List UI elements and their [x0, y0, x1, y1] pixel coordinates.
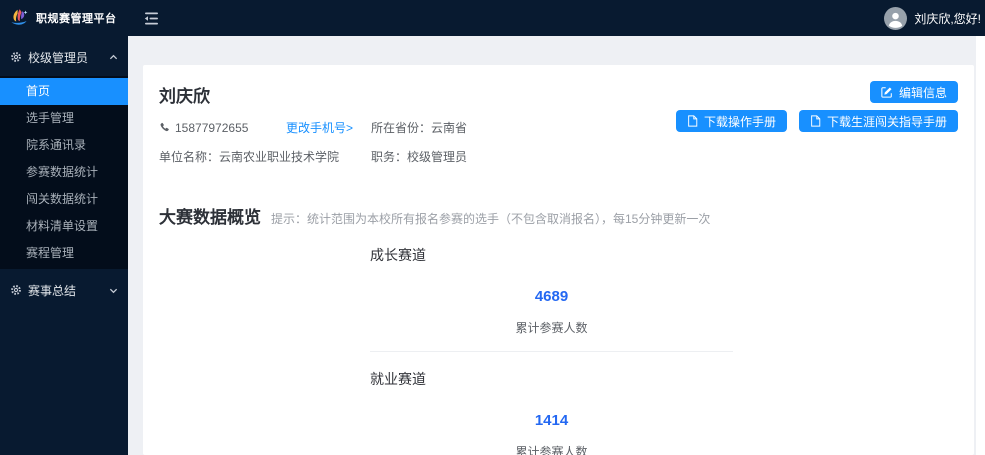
sidebar-item-player-management[interactable]: 选手管理: [0, 105, 128, 132]
sidebar-item-department-contacts[interactable]: 院系通讯录: [0, 132, 128, 159]
app-title: 职规赛管理平台: [36, 10, 117, 26]
change-phone-link[interactable]: 更改手机号>: [286, 119, 371, 136]
track-name: 成长赛道: [370, 245, 733, 265]
profile-detail-row-2: 单位名称：云南农业职业技术学院 职务：校级管理员: [159, 148, 958, 165]
org-value: 云南农业职业技术学院: [219, 150, 339, 164]
edit-info-label: 编辑信息: [899, 84, 947, 101]
gear-icon: [10, 284, 22, 296]
sidebar-item-material-list-settings[interactable]: 材料清单设置: [0, 213, 128, 240]
header-user-area: 刘庆欣,您好!: [884, 7, 985, 30]
top-header: 职规赛管理平台 刘庆欣,您好!: [0, 0, 985, 36]
download-manual-button[interactable]: 下载操作手册: [676, 110, 787, 132]
phone-cell: 15877972655: [159, 121, 286, 135]
role-label: 职务：: [371, 150, 407, 164]
overview-hint: 提示：统计范围为本校所有报名参赛的选手（不包含取消报名），每15分钟更新一次: [271, 210, 710, 227]
role-value: 校级管理员: [407, 150, 467, 164]
file-icon: [810, 115, 821, 127]
sidebar-item-challenge-stats[interactable]: 闯关数据统计: [0, 186, 128, 213]
logo-area: 职规赛管理平台: [0, 7, 128, 29]
edit-info-button[interactable]: 编辑信息: [870, 81, 958, 103]
track-caption: 累计参赛人数: [370, 319, 733, 336]
sidebar-item-participation-stats[interactable]: 参赛数据统计: [0, 159, 128, 186]
track-value: 1414: [370, 412, 733, 429]
scrollbar-track[interactable]: [976, 36, 985, 455]
overview-section-head: 大赛数据概览 提示：统计范围为本校所有报名参赛的选手（不包含取消报名），每15分…: [159, 203, 958, 228]
province-label: 所在省份：: [371, 121, 431, 135]
edit-icon: [881, 86, 893, 98]
phone-icon: [159, 122, 170, 133]
profile-card: 刘庆欣 编辑信息 下载操作手册: [143, 65, 974, 455]
avatar[interactable]: [884, 7, 907, 30]
track-caption: 累计参赛人数: [370, 443, 733, 455]
app-window: 职规赛管理平台 刘庆欣,您好!: [0, 0, 985, 455]
province-value: 云南省: [431, 121, 467, 135]
province-field: 所在省份：云南省: [371, 119, 467, 136]
divider: [370, 351, 733, 352]
phone-number: 15877972655: [175, 121, 248, 135]
gear-icon: [10, 51, 22, 63]
track-name: 就业赛道: [370, 369, 733, 389]
submenu: 首页 选手管理 院系通讯录 参赛数据统计 闯关数据统计 材料清单设置 赛程管理: [0, 76, 128, 269]
file-icon: [687, 115, 698, 127]
org-label: 单位名称：: [159, 150, 219, 164]
sidebar: 校级管理员 首页 选手管理 院系通讯录 参赛数据统计 闯关数据统计 材料清单设置…: [0, 36, 128, 455]
sidebar-item-home[interactable]: 首页: [0, 78, 128, 105]
app-logo-icon: [8, 7, 30, 29]
sidebar-group-school-admin[interactable]: 校级管理员: [0, 42, 128, 72]
profile-name: 刘庆欣: [159, 82, 958, 107]
org-field: 单位名称：云南农业职业技术学院: [159, 148, 371, 165]
sidebar-group-event-summary[interactable]: 赛事总结: [0, 275, 128, 305]
main-content: 刘庆欣 编辑信息 下载操作手册: [128, 36, 976, 455]
sidebar-group-label: 赛事总结: [28, 282, 76, 299]
sidebar-item-schedule-management[interactable]: 赛程管理: [0, 240, 128, 267]
track-growth: 成长赛道 4689 累计参赛人数: [370, 245, 733, 352]
download-guide-label: 下载生涯闯关指导手册: [827, 113, 947, 130]
download-manual-label: 下载操作手册: [704, 113, 776, 130]
chevron-up-icon: [109, 53, 118, 62]
role-field: 职务：校级管理员: [371, 148, 467, 165]
download-guide-button[interactable]: 下载生涯闯关指导手册: [799, 110, 958, 132]
track-employment: 就业赛道 1414 累计参赛人数: [370, 369, 733, 455]
chevron-down-icon: [109, 286, 118, 295]
menu-fold-icon[interactable]: [144, 12, 159, 25]
tracks-list: 成长赛道 4689 累计参赛人数 就业赛道 1414 累计参赛人数: [370, 245, 733, 455]
user-greeting: 刘庆欣,您好!: [914, 10, 981, 27]
track-value: 4689: [370, 288, 733, 305]
sidebar-group-label: 校级管理员: [28, 49, 88, 66]
download-buttons: 下载操作手册 下载生涯闯关指导手册: [676, 110, 958, 132]
overview-title: 大赛数据概览: [159, 203, 261, 228]
